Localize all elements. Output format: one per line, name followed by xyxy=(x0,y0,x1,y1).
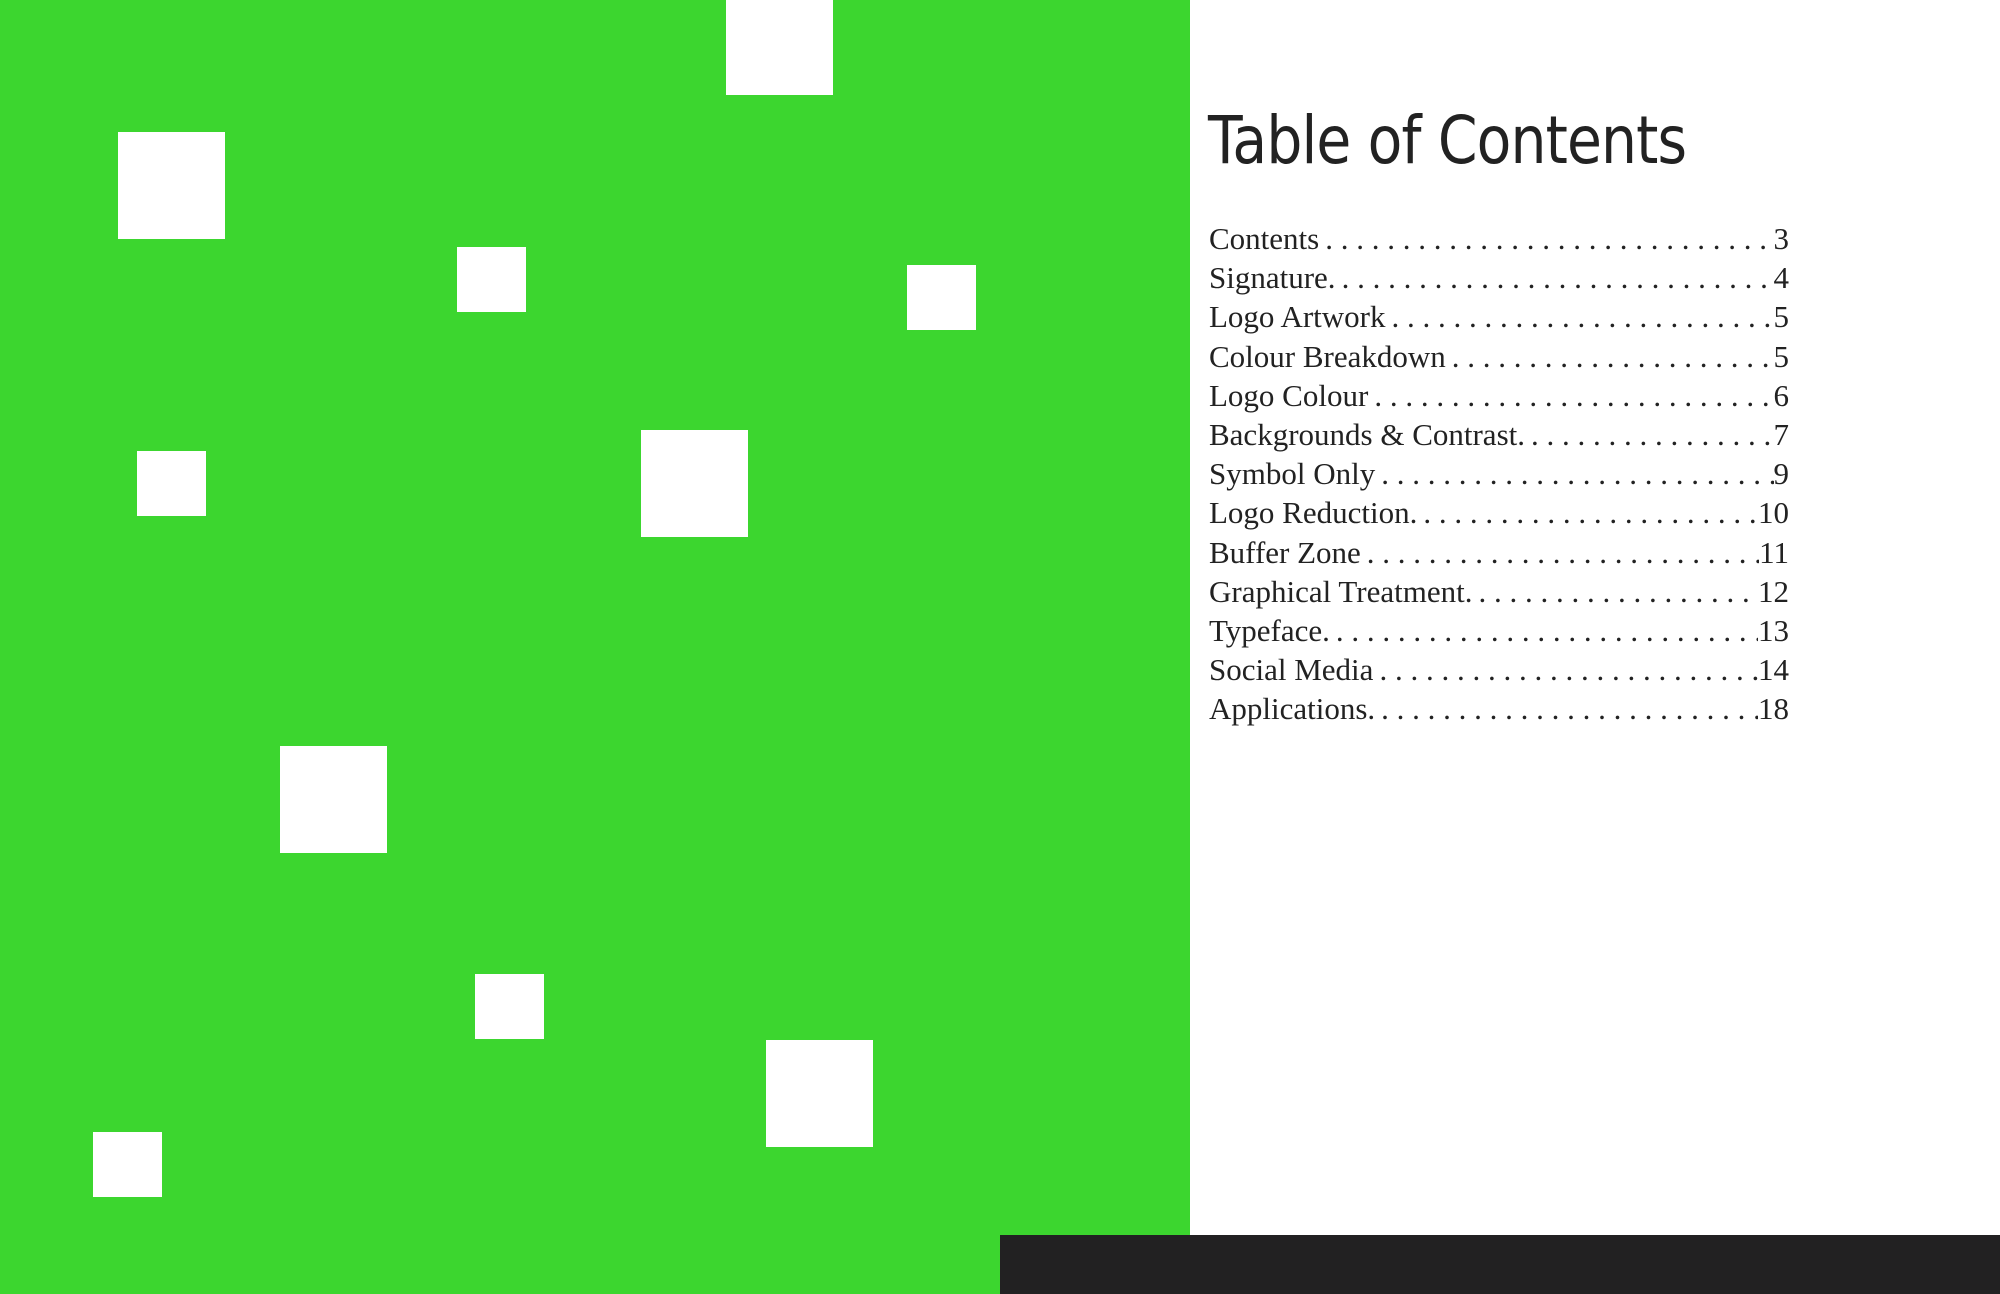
toc-entry[interactable]: Symbol Only 9 xyxy=(1209,454,1789,493)
dot-leader xyxy=(1386,297,1774,336)
toc-entry-label: Signature. xyxy=(1209,260,1336,296)
toc-entry-page-number: 6 xyxy=(1773,377,1790,413)
toc-entry-page-number: 10 xyxy=(1758,495,1789,531)
toc-entry-page-number: 4 xyxy=(1773,260,1790,296)
toc-entry-label: Colour Breakdown xyxy=(1209,338,1446,374)
green-pattern-panel xyxy=(0,0,1190,1294)
toc-entry[interactable]: Signature. 4 xyxy=(1209,258,1789,297)
toc-entry[interactable]: Buffer Zone 11 xyxy=(1209,533,1789,572)
white-square xyxy=(641,430,748,537)
toc-entry-page-number: 13 xyxy=(1758,612,1789,648)
toc-entry[interactable]: Logo Colour 6 xyxy=(1209,376,1789,415)
toc-entry-label: Logo Reduction. xyxy=(1209,495,1418,531)
toc-entry[interactable]: Backgrounds & Contrast. 7 xyxy=(1209,415,1789,454)
toc-list: Contents3Signature.4Logo Artwork5Colour … xyxy=(1209,219,1789,728)
toc-entry-page-number: 5 xyxy=(1773,338,1790,374)
toc-entry[interactable]: Applications. 18 xyxy=(1209,689,1789,728)
white-square xyxy=(137,451,206,516)
dot-leader xyxy=(1525,415,1774,454)
dot-leader xyxy=(1375,689,1758,728)
dot-leader xyxy=(1330,611,1758,650)
toc-entry-label: Contents xyxy=(1209,221,1320,256)
toc-entry-label: Applications. xyxy=(1209,691,1376,727)
toc-entry-page-number: 14 xyxy=(1758,652,1789,688)
toc-entry[interactable]: Social Media 14 xyxy=(1209,650,1789,689)
white-square xyxy=(475,974,544,1039)
dot-leader xyxy=(1446,337,1774,376)
white-square xyxy=(280,746,387,853)
white-square xyxy=(766,1040,873,1147)
toc-entry-label: Social Media xyxy=(1209,652,1374,688)
toc-entry-label: Typeface. xyxy=(1209,612,1330,648)
page-title: Table of Contents xyxy=(1208,102,1687,179)
dot-leader xyxy=(1319,219,1773,258)
dot-leader xyxy=(1368,376,1773,415)
footer-bar xyxy=(1000,1235,2000,1294)
toc-entry-label: Logo Colour xyxy=(1209,377,1369,413)
toc-entry[interactable]: Contents 3 xyxy=(1209,219,1789,258)
toc-entry-page-number: 7 xyxy=(1773,416,1790,452)
toc-entry-label: Symbol Only xyxy=(1209,456,1376,492)
white-square xyxy=(907,265,976,330)
toc-entry-page-number: 18 xyxy=(1758,691,1789,727)
toc-entry[interactable]: Logo Artwork 5 xyxy=(1209,297,1789,336)
toc-entry-page-number: 3 xyxy=(1773,221,1790,256)
white-square xyxy=(457,247,526,312)
toc-entry-label: Buffer Zone xyxy=(1209,534,1361,570)
toc-entry[interactable]: Graphical Treatment. 12 xyxy=(1209,572,1789,611)
toc-entry[interactable]: Typeface. 13 xyxy=(1209,611,1789,650)
toc-entry-page-number: 12 xyxy=(1758,573,1789,609)
toc-entry-label: Backgrounds & Contrast. xyxy=(1209,416,1525,452)
toc-entry[interactable]: Logo Reduction. 10 xyxy=(1209,493,1789,532)
toc-entry[interactable]: Colour Breakdown 5 xyxy=(1209,337,1789,376)
dot-leader xyxy=(1417,493,1758,532)
dot-leader xyxy=(1373,650,1758,689)
toc-entry-page-number: 9 xyxy=(1773,456,1790,492)
toc-entry-label: Logo Artwork xyxy=(1209,299,1386,335)
dot-leader xyxy=(1336,258,1774,297)
toc-entry-page-number: 11 xyxy=(1759,534,1789,570)
white-square xyxy=(118,132,225,239)
dot-leader xyxy=(1375,454,1773,493)
toc-entry-label: Graphical Treatment. xyxy=(1209,573,1473,609)
white-square xyxy=(93,1132,162,1197)
white-square xyxy=(726,0,833,95)
toc-entry-page-number: 5 xyxy=(1773,299,1790,335)
dot-leader xyxy=(1361,533,1759,572)
dot-leader xyxy=(1472,572,1758,611)
